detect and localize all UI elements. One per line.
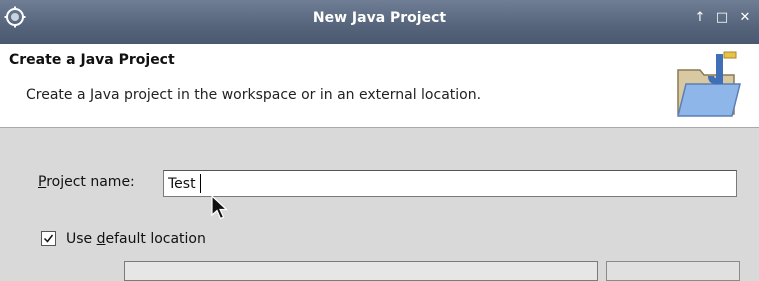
- window-title: New Java Project: [312, 10, 447, 26]
- project-name-label: Project name:: [38, 174, 135, 190]
- mouse-pointer-icon: [211, 194, 229, 220]
- use-default-mnemonic: d: [96, 231, 106, 247]
- page-description: Create a Java project in the workspace o…: [26, 87, 482, 103]
- use-default-label-rest: efault location: [105, 231, 206, 247]
- page-title: Create a Java Project: [9, 52, 175, 68]
- use-default-label-prefix: Use: [66, 231, 97, 247]
- checkmark-icon: [43, 234, 54, 243]
- java-project-folder-icon: [677, 51, 741, 117]
- use-default-location-checkbox[interactable]: [41, 231, 56, 246]
- text-caret: [200, 174, 201, 193]
- browse-button[interactable]: [606, 261, 740, 281]
- project-name-label-text: roject name:: [46, 174, 135, 190]
- restore-icon[interactable]: □: [713, 9, 731, 27]
- wizard-header: Create a Java Project Create a Java proj…: [0, 44, 759, 128]
- project-name-mnemonic: P: [38, 174, 47, 190]
- close-icon[interactable]: ✕: [736, 9, 754, 27]
- location-input[interactable]: [124, 261, 598, 281]
- project-name-input[interactable]: [163, 170, 737, 197]
- maximize-icon[interactable]: ↑: [691, 9, 709, 27]
- window-titlebar[interactable]: New Java Project ↑ □ ✕: [0, 0, 759, 44]
- use-default-location-label[interactable]: Use default location: [66, 231, 206, 247]
